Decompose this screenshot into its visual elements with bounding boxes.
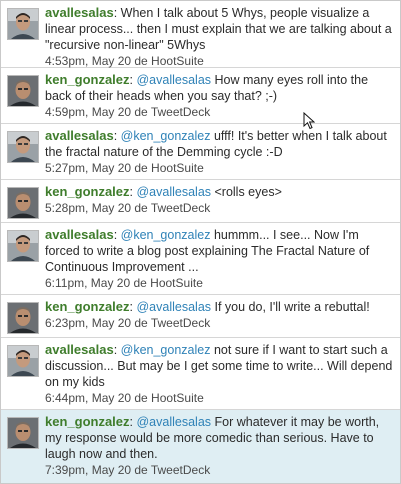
avatar-avallesalas[interactable] bbox=[7, 8, 39, 40]
tweet-item-highlighted: ken_gonzalez: @avallesalas For whatever … bbox=[1, 410, 400, 483]
tweet-username[interactable]: ken_gonzalez bbox=[45, 184, 130, 199]
tweet-meta[interactable]: 7:39pm, May 20 de TweetDeck bbox=[45, 462, 394, 478]
person-photo-icon bbox=[8, 418, 38, 448]
tweet-meta[interactable]: 4:59pm, May 20 de TweetDeck bbox=[45, 104, 394, 120]
tweet-text: If you do, I'll write a rebuttal! bbox=[211, 300, 370, 314]
tweet-username[interactable]: avallesalas bbox=[45, 227, 114, 242]
tweet-username[interactable]: ken_gonzalez bbox=[45, 299, 130, 314]
tweet-item: avallesalas: @ken_gonzalez hummm... I se… bbox=[1, 223, 400, 295]
tweet-content: avallesalas: @ken_gonzalez not sure if I… bbox=[45, 342, 394, 406]
person-photo-icon bbox=[8, 76, 38, 106]
tweet-item: avallesalas: @ken_gonzalez ufff! It's be… bbox=[1, 124, 400, 180]
avatar-avallesalas[interactable] bbox=[7, 131, 39, 163]
tweet-meta[interactable]: 5:28pm, May 20 de TweetDeck bbox=[45, 200, 394, 216]
tweet-mention[interactable]: @ken_gonzalez bbox=[121, 343, 211, 357]
person-photo-icon bbox=[8, 231, 38, 261]
tweet-timeline: avallesalas: When I talk about 5 Whys, p… bbox=[0, 0, 401, 484]
tweet-content: avallesalas: @ken_gonzalez hummm... I se… bbox=[45, 227, 394, 291]
tweet-text: <rolls eyes> bbox=[211, 185, 282, 199]
tweet-content: ken_gonzalez: @avallesalas <rolls eyes> … bbox=[45, 184, 394, 216]
tweet-mention[interactable]: @avallesalas bbox=[136, 415, 211, 429]
tweet-content: ken_gonzalez: @avallesalas For whatever … bbox=[45, 414, 394, 478]
tweet-username[interactable]: ken_gonzalez bbox=[45, 414, 130, 429]
tweet-item: ken_gonzalez: @avallesalas If you do, I'… bbox=[1, 295, 400, 338]
avatar-ken_gonzalez[interactable] bbox=[7, 187, 39, 219]
colon-separator: : bbox=[113, 228, 121, 242]
person-photo-icon bbox=[8, 303, 38, 333]
colon-separator: : bbox=[113, 129, 121, 143]
person-photo-icon bbox=[8, 9, 38, 39]
tweet-username[interactable]: avallesalas bbox=[45, 5, 114, 20]
tweet-meta[interactable]: 4:53pm, May 20 de HootSuite bbox=[45, 53, 394, 69]
tweet-username[interactable]: ken_gonzalez bbox=[45, 72, 130, 87]
person-photo-icon bbox=[8, 132, 38, 162]
avatar-avallesalas[interactable] bbox=[7, 345, 39, 377]
tweet-item: ken_gonzalez: @avallesalas <rolls eyes> … bbox=[1, 180, 400, 223]
tweet-meta[interactable]: 6:44pm, May 20 de HootSuite bbox=[45, 390, 394, 406]
person-photo-icon bbox=[8, 188, 38, 218]
colon-separator: : bbox=[113, 343, 121, 357]
tweet-content: ken_gonzalez: @avallesalas If you do, I'… bbox=[45, 299, 394, 331]
tweet-meta[interactable]: 6:23pm, May 20 de TweetDeck bbox=[45, 315, 394, 331]
tweet-meta[interactable]: 6:11pm, May 20 de HootSuite bbox=[45, 275, 394, 291]
tweet-mention[interactable]: @ken_gonzalez bbox=[121, 228, 211, 242]
tweet-content: avallesalas: @ken_gonzalez ufff! It's be… bbox=[45, 128, 394, 176]
tweet-content: avallesalas: When I talk about 5 Whys, p… bbox=[45, 5, 394, 69]
avatar-ken_gonzalez[interactable] bbox=[7, 75, 39, 107]
avatar-avallesalas[interactable] bbox=[7, 230, 39, 262]
person-photo-icon bbox=[8, 346, 38, 376]
tweet-mention[interactable]: @avallesalas bbox=[136, 300, 211, 314]
tweet-content: ken_gonzalez: @avallesalas How many eyes… bbox=[45, 72, 394, 120]
tweet-username[interactable]: avallesalas bbox=[45, 342, 114, 357]
tweet-meta[interactable]: 5:27pm, May 20 de HootSuite bbox=[45, 160, 394, 176]
tweet-item: avallesalas: @ken_gonzalez not sure if I… bbox=[1, 338, 400, 410]
tweet-username[interactable]: avallesalas bbox=[45, 128, 114, 143]
colon-separator: : bbox=[113, 6, 121, 20]
mouse-pointer-icon bbox=[303, 112, 315, 130]
tweet-mention[interactable]: @ken_gonzalez bbox=[121, 129, 211, 143]
avatar-ken_gonzalez[interactable] bbox=[7, 417, 39, 449]
tweet-item: ken_gonzalez: @avallesalas How many eyes… bbox=[1, 68, 400, 124]
tweet-mention[interactable]: @avallesalas bbox=[136, 185, 211, 199]
tweet-mention[interactable]: @avallesalas bbox=[136, 73, 211, 87]
tweet-item: avallesalas: When I talk about 5 Whys, p… bbox=[1, 1, 400, 68]
avatar-ken_gonzalez[interactable] bbox=[7, 302, 39, 334]
